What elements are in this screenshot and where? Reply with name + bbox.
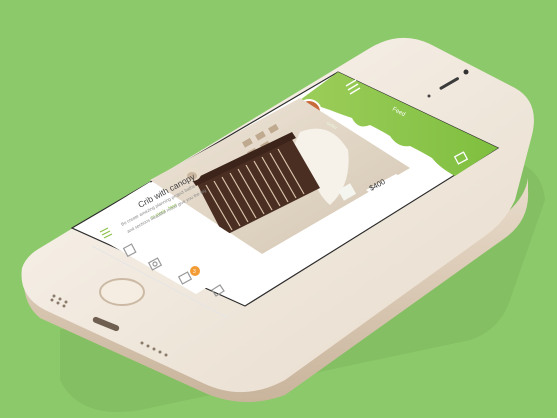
scene-background: Anna Johnson Seller Feed $400 Crib with … (0, 0, 557, 418)
notification-badge-count: 3 (193, 269, 196, 275)
front-camera (463, 69, 469, 75)
home-button[interactable] (99, 278, 145, 306)
phone-mockup-svg: Anna Johnson Seller Feed $400 Crib with … (21, 37, 545, 412)
proximity-sensor (427, 94, 431, 98)
